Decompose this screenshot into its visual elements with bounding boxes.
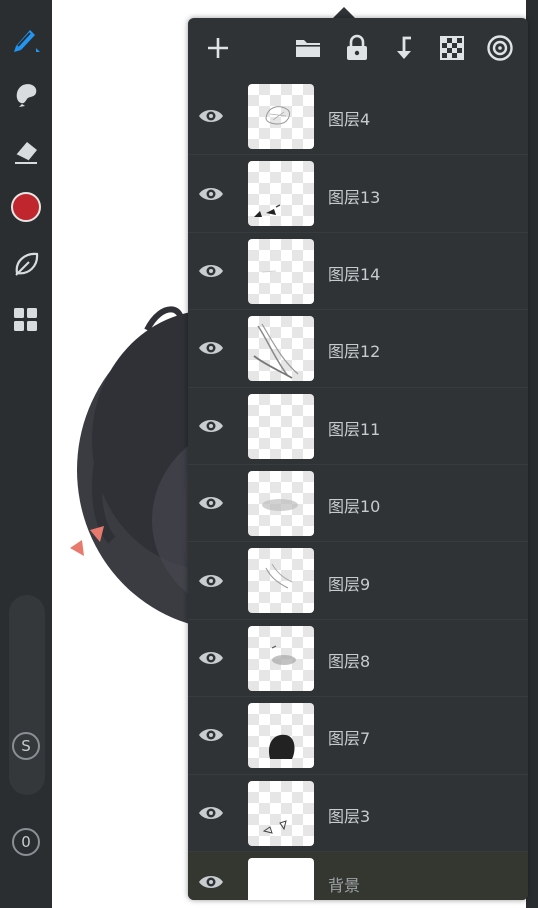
eye-icon[interactable] <box>197 802 225 824</box>
layer-thumbnail <box>248 625 314 691</box>
eye-icon[interactable] <box>197 871 225 893</box>
grid-icon[interactable] <box>6 300 46 340</box>
layer-name: 图层13 <box>328 187 381 207</box>
lock-icon[interactable] <box>341 32 373 64</box>
layer-thumbnail <box>248 470 314 536</box>
layer-name: 图层9 <box>328 574 371 594</box>
folder-icon[interactable] <box>292 32 324 64</box>
transparency-icon[interactable] <box>436 32 468 64</box>
eye-icon[interactable] <box>197 570 225 592</box>
panel-caret <box>333 7 355 18</box>
left-toolbar: S 0 <box>0 0 52 908</box>
eye-icon[interactable] <box>197 647 225 669</box>
layer-row[interactable]: 图层13 <box>188 155 528 233</box>
layer-name: 图层7 <box>328 729 371 749</box>
layer-name: 图层12 <box>328 342 381 362</box>
layer-thumbnail <box>248 857 314 900</box>
layer-thumbnail <box>248 548 314 614</box>
color-swatch[interactable] <box>6 187 46 227</box>
layers-toolbar <box>188 18 528 78</box>
eraser-icon[interactable] <box>6 131 46 171</box>
layer-name: 图层14 <box>328 264 381 284</box>
layer-row[interactable]: 图层12 <box>188 310 528 388</box>
layer-row[interactable]: 图层3 <box>188 775 528 852</box>
opacity-button[interactable]: 0 <box>12 828 40 856</box>
leaf-icon[interactable] <box>6 244 46 284</box>
size-button[interactable]: S <box>12 732 40 760</box>
layer-thumbnail <box>248 703 314 769</box>
smudge-icon[interactable] <box>6 74 46 114</box>
layer-name: 图层11 <box>328 419 381 439</box>
layer-row[interactable]: 图层14 <box>188 233 528 311</box>
layers-panel: 图层4 图层13 图层14 图层12 图层11 图层10 图层9 图层8 图层7… <box>188 18 528 900</box>
layer-thumbnail <box>248 393 314 459</box>
layer-row[interactable]: 图层11 <box>188 388 528 465</box>
layer-list: 图层4 图层13 图层14 图层12 图层11 图层10 图层9 图层8 图层7… <box>188 78 528 900</box>
layer-thumbnail <box>248 84 314 149</box>
eye-icon[interactable] <box>197 337 225 359</box>
eye-icon[interactable] <box>197 183 225 205</box>
layer-name: 背景 <box>328 875 361 895</box>
brush-icon[interactable] <box>6 18 46 58</box>
brush-size-slider[interactable] <box>9 595 45 795</box>
merge-down-icon[interactable] <box>388 32 420 64</box>
layer-row[interactable]: 图层7 <box>188 697 528 775</box>
eye-icon[interactable] <box>197 724 225 746</box>
layer-name: 图层10 <box>328 497 381 517</box>
layer-row[interactable]: 图层8 <box>188 620 528 698</box>
layer-name: 图层4 <box>328 110 371 130</box>
eye-icon[interactable] <box>197 415 225 437</box>
eye-icon[interactable] <box>197 492 225 514</box>
layer-thumbnail <box>248 316 314 382</box>
layer-row-background[interactable]: 背景 <box>188 851 528 900</box>
layer-name: 图层3 <box>328 806 371 826</box>
layer-thumbnail <box>248 161 314 227</box>
layer-thumbnail <box>248 238 314 304</box>
layer-name: 图层8 <box>328 651 371 671</box>
target-icon[interactable] <box>484 32 516 64</box>
layer-thumbnail <box>248 780 314 846</box>
eye-icon[interactable] <box>197 260 225 282</box>
layer-row[interactable]: 图层10 <box>188 465 528 543</box>
layer-row[interactable]: 图层9 <box>188 542 528 620</box>
add-icon[interactable] <box>202 32 234 64</box>
layer-row[interactable]: 图层4 <box>188 78 528 156</box>
eye-icon[interactable] <box>197 105 225 127</box>
